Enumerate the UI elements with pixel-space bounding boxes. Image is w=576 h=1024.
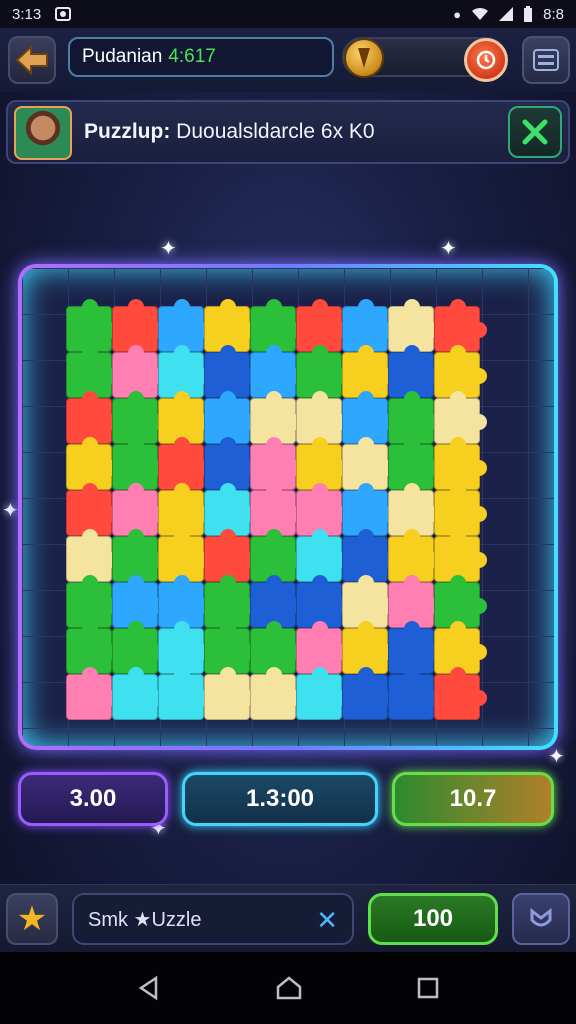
sparkle-icon: ✦: [160, 238, 177, 260]
title-value: 4:617: [168, 46, 216, 67]
puzzle-piece[interactable]: [388, 667, 441, 720]
shield-icon: [530, 907, 552, 927]
puzzle-title: Puzzlup: Duoualsldarcle 6x K0: [84, 120, 375, 144]
stat-left: 3.00: [18, 772, 168, 826]
back-arrow-icon: [15, 45, 48, 75]
close-icon: [522, 119, 548, 145]
status-time: 3:13: [12, 5, 42, 23]
timer-icon[interactable]: [464, 38, 508, 82]
sparkle-icon: ✦: [548, 746, 565, 768]
avatar[interactable]: [14, 106, 72, 160]
shield-button[interactable]: [512, 893, 570, 945]
menu-icon: [533, 49, 559, 71]
signal-icon: [499, 7, 514, 21]
status-bar: 3:13 ● 8:8: [0, 0, 576, 28]
battery-icon: [524, 6, 533, 22]
puzzle-piece[interactable]: [250, 667, 303, 720]
star-button[interactable]: ★: [6, 893, 58, 945]
stat-right: 10.7: [392, 772, 554, 826]
stat-center: 1.3:00: [182, 772, 378, 826]
game-title: Pudanian: [82, 46, 163, 67]
puzzle-title-bold: Puzzlup:: [84, 120, 171, 143]
puzzle-piece[interactable]: [112, 667, 165, 720]
puzzle-board[interactable]: [18, 264, 558, 750]
puzzle-piece[interactable]: [342, 667, 395, 720]
search-text: Smk ★Uzzle: [88, 908, 202, 931]
notification-icon: ●: [453, 6, 462, 22]
back-triangle-icon[interactable]: [136, 975, 162, 1001]
sparkle-icon: ✦: [2, 500, 19, 522]
puzzle-piece[interactable]: [66, 667, 119, 720]
menu-button[interactable]: [522, 36, 570, 84]
title-pill: Pudanian 4:617: [68, 37, 334, 77]
back-button[interactable]: [8, 36, 56, 84]
search-field[interactable]: Smk ★Uzzle ✕: [72, 893, 354, 945]
bottom-bar: ★ Smk ★Uzzle ✕ 100: [0, 884, 576, 952]
status-right-time: 8:8: [543, 5, 564, 23]
star-icon: ★: [16, 900, 48, 938]
score-button[interactable]: 100: [368, 893, 498, 945]
puzzle-title-rest: Duoualsldarcle 6x K0: [176, 120, 375, 143]
close-icon[interactable]: ✕: [316, 905, 338, 936]
home-icon[interactable]: [275, 975, 303, 1001]
puzzle-piece[interactable]: [204, 667, 257, 720]
image-notification-icon: [55, 7, 72, 21]
puzzle-piece[interactable]: [158, 667, 211, 720]
coin-icon[interactable]: [344, 38, 384, 78]
puzzle-piece[interactable]: [434, 667, 487, 720]
sparkle-icon: ✦: [440, 238, 457, 260]
close-button[interactable]: [508, 106, 562, 158]
recents-square-icon[interactable]: [416, 976, 440, 1000]
puzzle-pieces[interactable]: [66, 299, 516, 726]
wifi-icon: [472, 7, 489, 20]
nav-bar: [0, 952, 576, 1024]
puzzle-piece[interactable]: [296, 667, 349, 720]
puzzle-banner: Puzzlup: Duoualsldarcle 6x K0: [6, 100, 570, 164]
